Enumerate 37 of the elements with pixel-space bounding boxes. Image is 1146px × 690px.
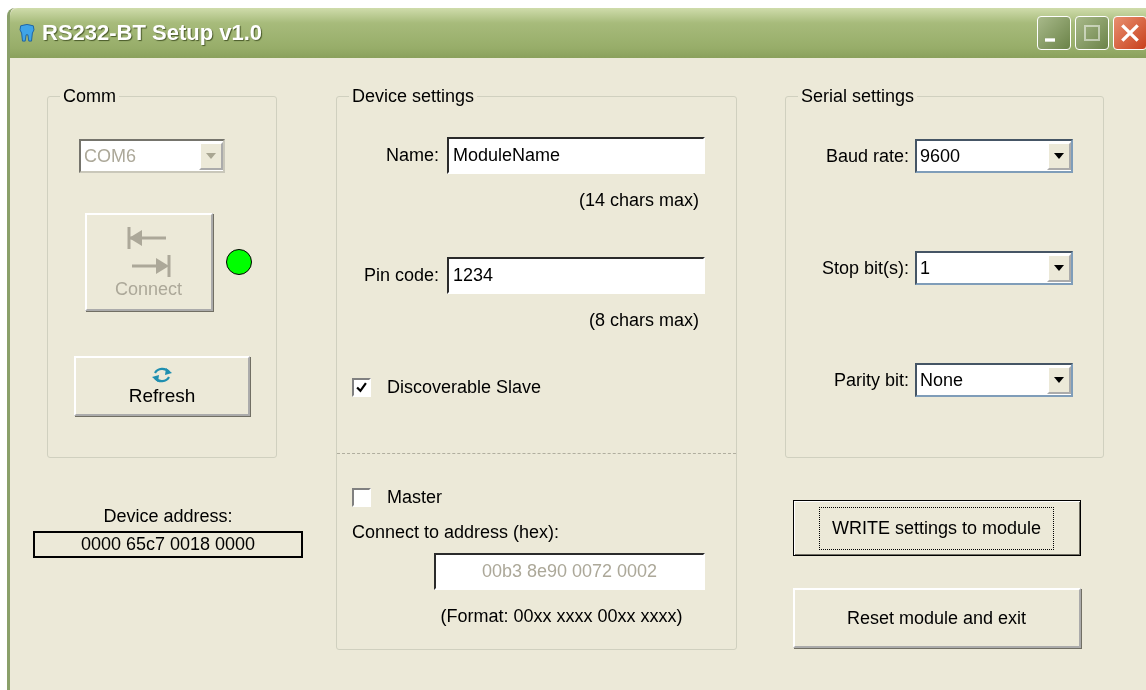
field-label: Parity bit: <box>833 369 909 391</box>
hint-text: (8 chars max) <box>588 310 699 331</box>
device-address-label: Device address: <box>103 506 233 527</box>
minimize-icon <box>1045 38 1055 42</box>
checkbox-label: Discoverable Slave <box>387 377 542 398</box>
group-title: Comm <box>62 86 117 107</box>
dropdown[interactable]: 9600 <box>915 139 1073 173</box>
close-button[interactable] <box>1113 16 1146 50</box>
dropdown[interactable]: None <box>915 363 1073 397</box>
arrows-icon <box>125 224 172 279</box>
action-button[interactable]: WRITE settings to module <box>792 500 1081 556</box>
maximize-button[interactable] <box>1075 16 1109 50</box>
close-icon <box>1119 22 1141 44</box>
dropdown[interactable]: 1 <box>915 251 1073 285</box>
pin-code-field[interactable]: 1234 <box>447 257 705 294</box>
refresh-button[interactable]: Refresh <box>74 356 250 416</box>
checkbox[interactable] <box>352 488 371 507</box>
group-title: Serial settings <box>800 86 916 107</box>
checkbox[interactable] <box>352 378 371 397</box>
refresh-icon <box>150 365 174 385</box>
name-field[interactable]: ModuleName <box>447 137 705 174</box>
checkbox-label: Master <box>387 487 442 508</box>
field-label: Name: <box>386 145 439 166</box>
window-title: RS232-BT Setup v1.0 <box>42 20 263 46</box>
field-label: Baud rate: <box>825 145 909 167</box>
field-label: Connect to address (hex): <box>352 522 561 543</box>
format-hint: (Format: 00xx xxxx 00xx xxxx) <box>440 606 683 627</box>
group-title: Device settings <box>351 86 476 107</box>
minimize-button[interactable] <box>1037 16 1071 50</box>
field-label: Stop bit(s): <box>821 257 909 279</box>
check-icon <box>356 382 367 393</box>
tooth-icon <box>18 23 36 43</box>
hint-text: (14 chars max) <box>578 190 699 211</box>
field-label: Pin code: <box>363 265 439 286</box>
maximize-icon <box>1082 23 1102 43</box>
device-address-value: 0000 65c7 0018 0000 <box>33 531 303 558</box>
action-button[interactable]: Reset module and exit <box>792 588 1081 648</box>
